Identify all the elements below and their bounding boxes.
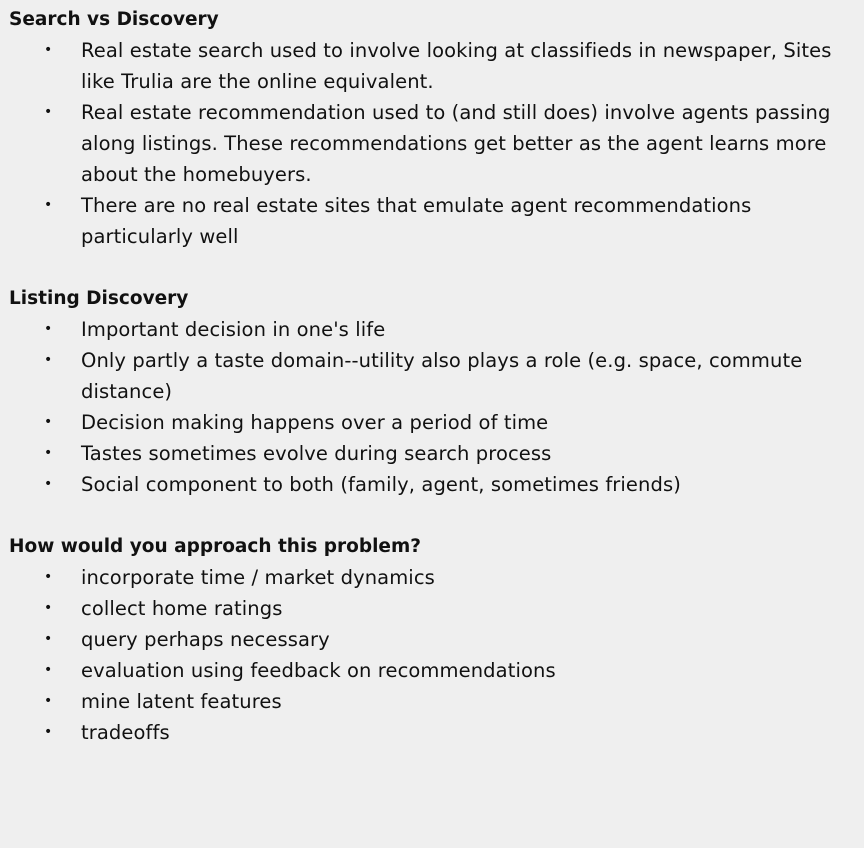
bullet-icon: •: [44, 104, 53, 120]
section-approach: How would you approach this problem? • in…: [9, 531, 859, 748]
bullet-icon: •: [44, 662, 53, 678]
bullet-icon: •: [44, 42, 53, 58]
list-item-text: query perhaps necessary: [81, 628, 330, 651]
bullet-icon: •: [44, 197, 53, 213]
section-title: How would you approach this problem?: [9, 536, 421, 557]
bullet-icon: •: [44, 445, 53, 461]
list-item-text: Decision making happens over a period of…: [81, 411, 549, 434]
list-item: • query perhaps necessary: [9, 624, 859, 655]
list-item: • incorporate time / market dynamics: [9, 562, 859, 593]
list-item: • Social component to both (family, agent…: [9, 469, 859, 500]
bullet-icon: •: [44, 352, 53, 368]
list-item-text: evaluation using feedback on recommendat…: [81, 659, 556, 682]
list-item-text: incorporate time / market dynamics: [81, 566, 435, 589]
bullet-icon: •: [44, 693, 53, 709]
bullet-list: • Important decision in one's life • Only …: [9, 314, 859, 500]
document: Search vs Discovery • Real estate search …: [9, 4, 859, 748]
list-item-text: tradeoffs: [81, 721, 170, 744]
list-item: • tradeoffs: [9, 717, 859, 748]
list-item-text: There are no real estate sites that emul…: [81, 194, 752, 248]
bullet-icon: •: [44, 600, 53, 616]
bullet-icon: •: [44, 476, 53, 492]
bullet-icon: •: [44, 631, 53, 647]
section-title: Search vs Discovery: [9, 9, 219, 30]
list-item: • Decision making happens over a period o…: [9, 407, 859, 438]
list-item-text: Real estate recommendation used to (and …: [81, 101, 831, 186]
bullet-list: • Real estate search used to involve look…: [9, 35, 859, 252]
section-listing-discovery: Listing Discovery • Important decision in…: [9, 283, 859, 500]
list-item: • Real estate recommendation used to (and…: [9, 97, 859, 190]
list-item: • collect home ratings: [9, 593, 859, 624]
bullet-icon: •: [44, 569, 53, 585]
list-item-text: Real estate search used to involve looki…: [81, 39, 832, 93]
list-item-text: mine latent features: [81, 690, 282, 713]
list-item-text: Important decision in one's life: [81, 318, 386, 341]
list-item-text: collect home ratings: [81, 597, 283, 620]
section-title: Listing Discovery: [9, 288, 189, 309]
list-item: • Real estate search used to involve look…: [9, 35, 859, 97]
section-search-vs-discovery: Search vs Discovery • Real estate search …: [9, 4, 859, 252]
list-item: • Tastes sometimes evolve during search p…: [9, 438, 859, 469]
bullet-list: • incorporate time / market dynamics • col…: [9, 562, 859, 748]
list-item: • evaluation using feedback on recommenda…: [9, 655, 859, 686]
list-item-text: Tastes sometimes evolve during search pr…: [81, 442, 552, 465]
bullet-icon: •: [44, 414, 53, 430]
bullet-icon: •: [44, 321, 53, 337]
list-item-text: Social component to both (family, agent,…: [81, 473, 681, 496]
bullet-icon: •: [44, 724, 53, 740]
list-item: • mine latent features: [9, 686, 859, 717]
list-item: • Only partly a taste domain--utility als…: [9, 345, 859, 407]
list-item: • There are no real estate sites that emu…: [9, 190, 859, 252]
list-item-text: Only partly a taste domain--utility also…: [81, 349, 803, 403]
list-item: • Important decision in one's life: [9, 314, 859, 345]
